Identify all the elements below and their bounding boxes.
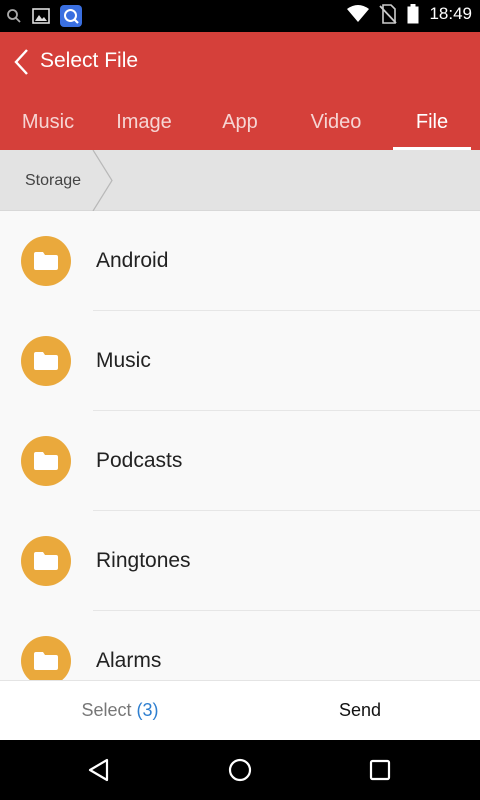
back-button[interactable] <box>10 46 34 78</box>
folder-name: Alarms <box>96 649 162 672</box>
folder-icon <box>21 536 71 586</box>
recents-square-icon <box>369 759 391 781</box>
list-item[interactable]: Ringtones <box>0 511 480 611</box>
chevron-left-icon <box>14 49 28 75</box>
tab-app[interactable]: App <box>192 92 288 150</box>
nav-recents-button[interactable] <box>365 755 395 785</box>
send-button[interactable]: Send <box>240 681 480 740</box>
back-triangle-icon <box>88 758 109 782</box>
breadcrumb-item-storage[interactable]: Storage <box>25 150 81 211</box>
select-label: Select <box>81 700 132 720</box>
tab-image[interactable]: Image <box>96 92 192 150</box>
tab-file[interactable]: File <box>384 92 480 150</box>
send-label: Send <box>338 700 382 720</box>
home-circle-icon <box>228 758 252 782</box>
tab-music[interactable]: Music <box>0 92 96 150</box>
nav-back-button[interactable] <box>84 755 114 785</box>
folder-icon <box>21 336 71 386</box>
nav-home-button[interactable] <box>225 755 255 785</box>
breadcrumb: Storage <box>0 150 480 211</box>
folder-icon <box>21 236 71 286</box>
folder-icon <box>21 636 71 680</box>
list-item[interactable]: Alarms <box>0 611 480 680</box>
folder-name: Ringtones <box>96 549 191 572</box>
battery-icon <box>407 4 419 24</box>
system-nav-bar <box>0 740 480 800</box>
folder-name: Podcasts <box>96 449 183 472</box>
clock: 18:49 <box>429 4 472 23</box>
page-title: Select File <box>40 49 139 72</box>
folder-icon <box>21 436 71 486</box>
tab-video[interactable]: Video <box>288 92 384 150</box>
select-count: (3) <box>136 700 159 720</box>
status-bar: 18:49 <box>0 0 480 32</box>
folder-name: Music <box>96 349 151 372</box>
select-button[interactable]: Select (3) <box>0 681 240 740</box>
list-item[interactable]: Music <box>0 311 480 411</box>
wifi-icon <box>347 5 370 23</box>
search-icon <box>6 8 22 24</box>
breadcrumb-separator-icon <box>92 150 113 211</box>
no-sim-icon <box>379 4 398 24</box>
q-app-icon <box>60 5 82 27</box>
tab-bar: Music Image App Video File <box>0 92 480 150</box>
list-item[interactable]: Android <box>0 211 480 311</box>
image-icon <box>32 8 50 24</box>
bottom-action-bar: Select (3) Send <box>0 680 480 740</box>
list-item[interactable]: Podcasts <box>0 411 480 511</box>
folder-name: Android <box>96 249 169 272</box>
app-bar: Select File <box>0 32 480 92</box>
file-list: Android Music Podcasts Ringtones Alarms <box>0 211 480 680</box>
